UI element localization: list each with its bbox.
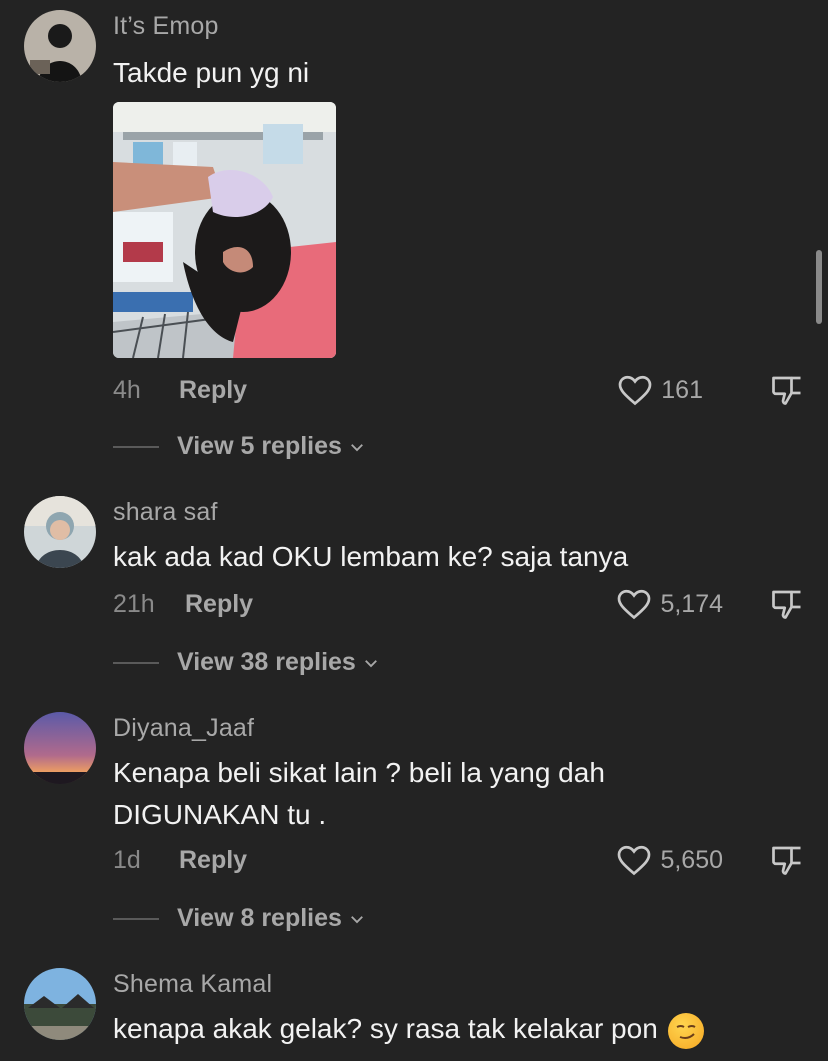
comment-image[interactable] bbox=[113, 102, 336, 358]
comment-timestamp: 1d bbox=[113, 846, 141, 874]
dislike-icon[interactable] bbox=[769, 372, 805, 408]
avatar[interactable] bbox=[24, 10, 96, 82]
heart-icon[interactable] bbox=[616, 842, 652, 878]
comment-meta: 4h Reply 161 bbox=[113, 376, 803, 416]
comment-username[interactable]: shara saf bbox=[113, 498, 218, 527]
reply-button[interactable]: Reply bbox=[179, 376, 247, 405]
comment-text: Takde pun yg ni bbox=[113, 57, 310, 88]
comment-feed: It’s Emop Takde pun yg ni 4h Reply 161 V… bbox=[0, 0, 828, 1061]
comment-username[interactable]: Diyana_Jaaf bbox=[113, 714, 254, 743]
comment-username[interactable]: It’s Emop bbox=[113, 12, 219, 41]
chevron-down-icon bbox=[351, 915, 363, 923]
comment-text: kenapa akak gelak? sy rasa tak kelakar p… bbox=[113, 1008, 793, 1050]
comment-meta: 21h Reply 5,174 bbox=[113, 590, 803, 630]
like-button[interactable]: 161 bbox=[617, 372, 703, 408]
like-button[interactable]: 5,174 bbox=[616, 586, 723, 622]
avatar[interactable] bbox=[24, 712, 96, 784]
chevron-down-icon bbox=[351, 443, 363, 451]
comment-text: kak ada kad OKU lembam ke? saja tanya bbox=[113, 541, 629, 572]
comment-timestamp: 21h bbox=[113, 590, 155, 618]
scrollbar[interactable] bbox=[816, 250, 822, 324]
divider-line bbox=[113, 445, 159, 448]
like-count: 5,174 bbox=[660, 589, 723, 618]
like-button[interactable]: 5,650 bbox=[616, 842, 723, 878]
smirking-face-icon bbox=[667, 1012, 704, 1049]
view-replies-button[interactable]: View 8 replies bbox=[113, 904, 366, 933]
heart-icon[interactable] bbox=[617, 372, 653, 408]
like-count: 161 bbox=[661, 375, 703, 404]
comment-meta: 1d Reply 5,650 bbox=[113, 846, 803, 886]
reply-button[interactable]: Reply bbox=[179, 846, 247, 875]
reply-button[interactable]: Reply bbox=[185, 590, 253, 619]
view-replies-button[interactable]: View 38 replies bbox=[113, 648, 380, 677]
like-count: 5,650 bbox=[660, 845, 723, 874]
divider-line bbox=[113, 917, 159, 920]
dislike-icon[interactable] bbox=[769, 586, 805, 622]
heart-icon[interactable] bbox=[616, 586, 652, 622]
view-replies-button[interactable]: View 5 replies bbox=[113, 432, 366, 461]
divider-line bbox=[113, 661, 159, 664]
comment-timestamp: 4h bbox=[113, 376, 141, 404]
comment-text: Kenapa beli sikat lain ? beli la yang da… bbox=[113, 757, 605, 830]
chevron-down-icon bbox=[364, 659, 377, 667]
dislike-icon[interactable] bbox=[769, 842, 805, 878]
avatar[interactable] bbox=[24, 496, 96, 568]
comment-username[interactable]: Shema Kamal bbox=[113, 970, 272, 999]
avatar[interactable] bbox=[24, 968, 96, 1040]
